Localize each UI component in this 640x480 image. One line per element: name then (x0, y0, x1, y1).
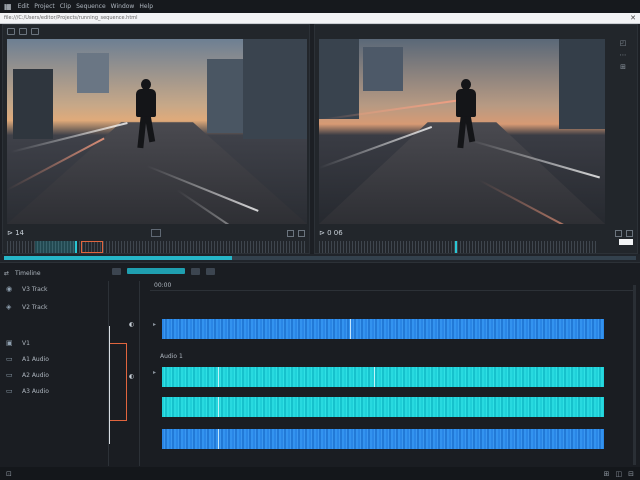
layout-icon[interactable] (7, 27, 15, 35)
playback-bar[interactable] (0, 254, 640, 262)
source-timecode: ⊳ 14 (7, 229, 24, 237)
timeline-title: Timeline (15, 269, 41, 277)
program-video-frame[interactable] (319, 39, 605, 224)
address-text: file:///C:/Users/editor/Projects/running… (4, 15, 138, 21)
timeline-clip[interactable] (162, 397, 604, 417)
track-toggle-icon[interactable]: ▭ (6, 371, 16, 379)
linked-selection-box[interactable] (110, 343, 127, 421)
timeline-toolbar (108, 263, 640, 279)
status-bar: ⊡ ⊞ ◫ ⊟ (0, 467, 640, 480)
program-audio-waveform[interactable] (319, 241, 597, 253)
track-name: V1 (22, 339, 30, 347)
ruler-label: 00:00 (154, 282, 172, 289)
track-target-icon[interactable]: ▸ (153, 321, 156, 328)
playback-fill (4, 256, 232, 260)
grid-icon[interactable] (19, 27, 27, 35)
timeline-clip[interactable] (162, 319, 604, 339)
source-video-frame[interactable] (7, 39, 307, 224)
track-name: V3 Track (22, 285, 48, 293)
menu-project[interactable]: Project (34, 3, 55, 10)
track-toggle-icon[interactable]: ▣ (6, 339, 16, 347)
track-toggle-icon[interactable]: ▭ (6, 387, 16, 395)
camera-icon[interactable] (31, 27, 39, 35)
track-header[interactable]: ▣ V1 (6, 339, 30, 347)
visibility-icon[interactable]: ◈ (6, 303, 16, 311)
in-point-selection[interactable] (35, 241, 75, 253)
program-viewer: ◰ ⋯ ⊞ ⊳ 0 06 (314, 24, 638, 254)
visibility-icon[interactable]: ◉ (6, 285, 16, 293)
zoom-slider[interactable] (127, 268, 185, 274)
out-point-selection[interactable] (81, 241, 103, 253)
snap-icon[interactable] (112, 267, 121, 275)
more-icon[interactable]: ⋯ (620, 51, 627, 59)
marker-icon[interactable] (191, 267, 200, 275)
track-name: V2 Track (22, 303, 48, 311)
menu-bar: Edit Project Clip Sequence Window Help (18, 3, 153, 10)
address-bar[interactable]: file:///C:/Users/editor/Projects/running… (0, 13, 640, 24)
panel-toggle-icon[interactable]: ⊡ (6, 470, 12, 478)
source-toolbar (3, 25, 309, 37)
runner-silhouette (453, 79, 479, 149)
collapse-icon[interactable]: ⊟ (628, 470, 634, 478)
menu-help[interactable]: Help (139, 3, 153, 10)
program-timecode: ⊳ 0 06 (319, 229, 343, 237)
center-icon[interactable] (150, 229, 161, 237)
menu-clip[interactable]: Clip (60, 3, 71, 10)
program-controls: ⊳ 0 06 (315, 227, 637, 239)
playhead-marker[interactable] (455, 241, 457, 253)
track-header[interactable]: ▭ A2 Audio (6, 371, 49, 379)
export-frame-icon[interactable] (615, 229, 622, 237)
workspace-icon[interactable]: ⊞ (604, 470, 610, 478)
track-header[interactable]: ▭ A1 Audio (6, 355, 49, 363)
track-name: A2 Audio (22, 371, 49, 379)
sync-lock-icon[interactable]: ◐ (129, 373, 134, 380)
timeline-clip[interactable] (162, 367, 604, 387)
safe-margins-icon[interactable]: ◰ (620, 39, 627, 47)
close-icon[interactable]: ✕ (630, 14, 636, 22)
track-header[interactable]: ◈ V2 Track (6, 303, 48, 311)
runner-silhouette (133, 79, 159, 149)
source-viewer: ⊳ 14 (2, 24, 310, 254)
timeline-scrollbar[interactable] (633, 285, 636, 465)
track-patch-column: ◐ ◐ (108, 281, 140, 466)
menu-edit[interactable]: Edit (18, 3, 30, 10)
track-header[interactable]: ▭ A3 Audio (6, 387, 49, 395)
track-name: A1 Audio (22, 355, 49, 363)
program-side-tools: ◰ ⋯ ⊞ (611, 39, 635, 71)
app-logo-icon: ▦ (4, 2, 12, 11)
menu-window[interactable]: Window (111, 3, 135, 10)
razor-icon[interactable] (206, 267, 215, 275)
track-name: A3 Audio (22, 387, 49, 395)
link-icon[interactable]: ⇄ (4, 270, 9, 277)
timeline-panel: ⇄ Timeline ◉ V3 Track ◈ V2 Track ▣ V1 ▭ … (0, 262, 640, 467)
track-label: Audio 1 (160, 353, 183, 360)
playback-track[interactable] (4, 256, 636, 260)
title-bar: ▦ Edit Project Clip Sequence Window Help (0, 0, 640, 13)
timeline-clip[interactable] (162, 429, 604, 449)
export-frame-icon[interactable] (287, 229, 294, 237)
playhead-marker[interactable] (75, 241, 77, 253)
settings-icon[interactable] (626, 229, 633, 237)
track-target-icon[interactable]: ▸ (153, 369, 156, 376)
grid-overlay-icon[interactable]: ⊞ (620, 63, 626, 71)
sync-lock-icon[interactable]: ◐ (129, 321, 134, 328)
source-audio-waveform[interactable] (7, 241, 305, 253)
split-view-icon[interactable]: ◫ (616, 470, 623, 478)
menu-sequence[interactable]: Sequence (76, 3, 106, 10)
source-controls: ⊳ 14 (3, 227, 309, 239)
fullscreen-button[interactable] (619, 239, 633, 245)
time-ruler[interactable]: 00:00 (150, 281, 636, 291)
settings-icon[interactable] (298, 229, 305, 237)
track-headers: ⇄ Timeline ◉ V3 Track ◈ V2 Track ▣ V1 ▭ … (0, 263, 108, 468)
track-toggle-icon[interactable]: ▭ (6, 355, 16, 363)
timeline-header: ⇄ Timeline (0, 267, 108, 279)
track-header[interactable]: ◉ V3 Track (6, 285, 48, 293)
